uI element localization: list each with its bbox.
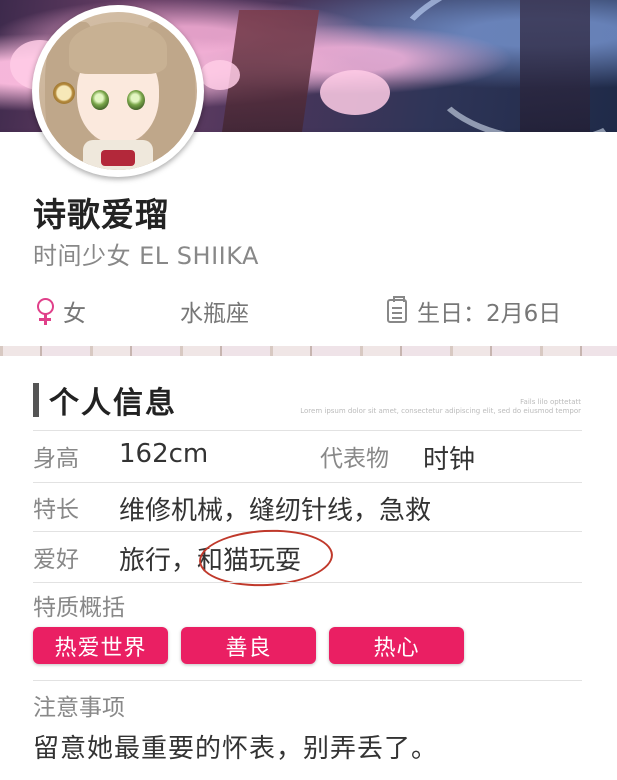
pocket-watch-icon	[53, 82, 75, 104]
info-row-skill: 特长 维修机械，缝纫针线，急救	[33, 482, 582, 532]
traits-label: 特质概括	[33, 595, 125, 621]
section-divider-art	[0, 346, 617, 356]
row-divider	[33, 582, 582, 583]
height-value: 162cm	[119, 439, 209, 469]
zodiac-field: 水瓶座	[180, 294, 249, 328]
hobby-label: 爱好	[33, 547, 79, 573]
symbol-value: 时钟	[423, 445, 476, 475]
skill-value: 维修机械，缝纫针线，急救	[119, 496, 432, 526]
row-divider	[33, 680, 582, 681]
zodiac-value: 水瓶座	[180, 301, 249, 327]
banner-blossom	[200, 60, 240, 90]
hand-drawn-circle-annotation	[197, 526, 335, 590]
gender-value: 女	[63, 301, 86, 327]
title-accent-bar	[33, 383, 39, 417]
banner-blossom	[320, 70, 390, 115]
calendar-icon	[387, 296, 407, 323]
notes-label: 注意事项	[33, 695, 125, 721]
avatar[interactable]	[32, 5, 204, 177]
gender-field: 女	[33, 294, 86, 328]
info-row-hobby: 爱好 旅行，和猫玩耍	[33, 526, 582, 590]
birthday-field: 生日：2月6日	[387, 294, 561, 328]
info-row-height: 身高 162cm 代表物 时钟	[33, 430, 582, 483]
birthday-value: 生日：2月6日	[417, 301, 562, 327]
avatar-portrait	[39, 12, 197, 170]
decorative-caption: Fails lilo opttetatt Lorem ipsum dolor s…	[300, 398, 581, 415]
section-title: 个人信息	[33, 378, 177, 422]
section-title-text: 个人信息	[49, 386, 177, 421]
trait-tag[interactable]: 热心	[329, 627, 464, 664]
trait-tag[interactable]: 热爱世界	[33, 627, 168, 664]
character-name: 诗歌爱瑠	[33, 195, 169, 234]
trait-tag[interactable]: 善良	[181, 627, 316, 664]
height-label: 身高	[33, 446, 79, 472]
notes-value: 留意她最重要的怀表，别弄丢了。	[33, 734, 439, 764]
symbol-label: 代表物	[320, 446, 389, 472]
character-subtitle: 时间少女 EL SHIIKA	[33, 242, 259, 270]
venus-icon	[33, 296, 57, 326]
skill-label: 特长	[33, 497, 79, 523]
